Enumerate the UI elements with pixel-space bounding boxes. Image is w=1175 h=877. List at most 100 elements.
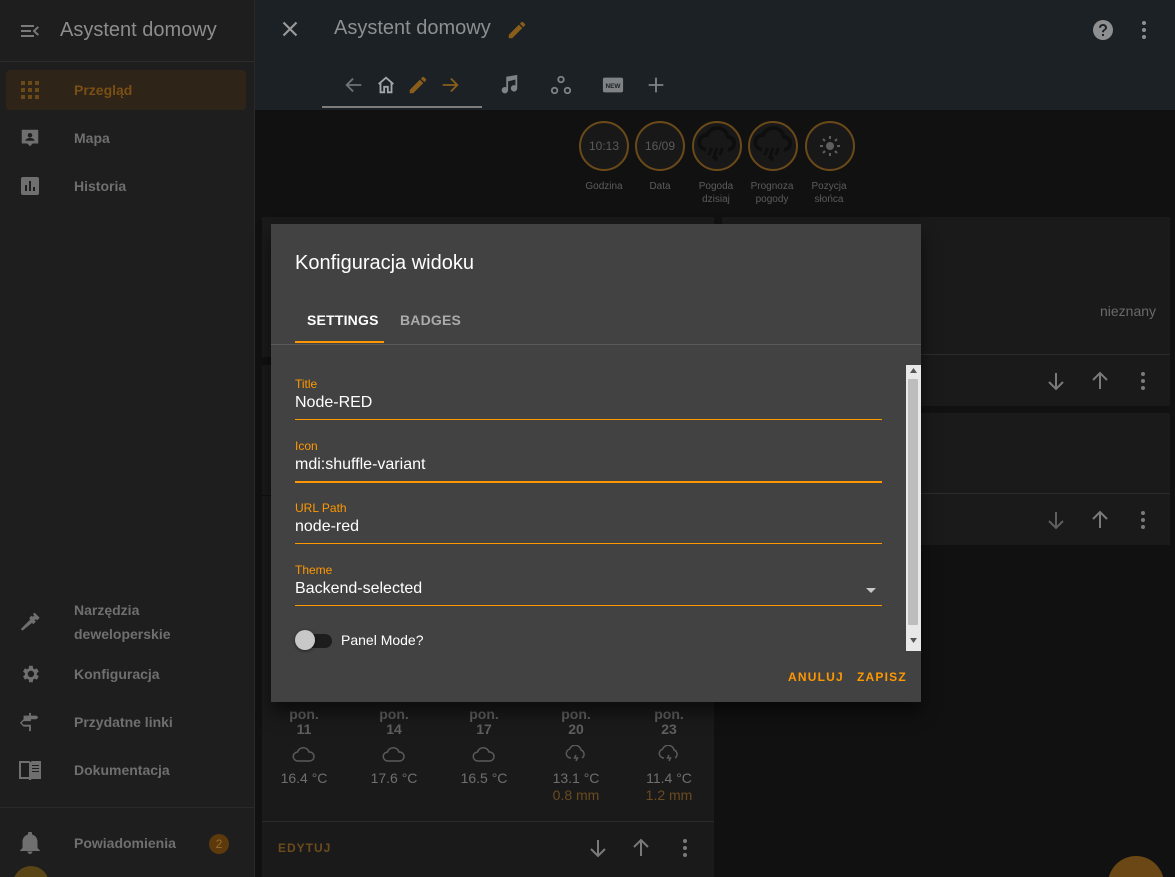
close-edit-mode-button[interactable] <box>277 16 303 42</box>
weather-sunny-icon <box>820 136 840 156</box>
pencil-icon <box>409 76 427 94</box>
help-button[interactable] <box>1091 18 1115 42</box>
sidebar-item-map[interactable]: Mapa <box>6 118 246 158</box>
menu-open-icon <box>21 24 39 37</box>
dots-vertical-icon <box>1141 511 1145 529</box>
view-config-dialog: Konfiguracja widoku SETTINGS BADGES Titl… <box>271 224 921 702</box>
dots-vertical-icon <box>1142 21 1146 39</box>
move-card-up-button[interactable] <box>1088 369 1112 393</box>
card-more-button[interactable] <box>673 836 697 860</box>
gear-icon <box>6 663 54 685</box>
sidebar-header: Asystent domowy <box>0 0 254 62</box>
move-card-down-button[interactable] <box>1044 508 1068 532</box>
theme-select[interactable]: Theme Backend-selected <box>295 563 882 619</box>
save-button[interactable]: ZAPISZ <box>857 670 907 684</box>
move-view-right-button[interactable] <box>439 74 461 96</box>
book-open-icon <box>6 760 54 780</box>
badge-label: Prognoza pogody <box>750 181 794 205</box>
panel-mode-label: Panel Mode? <box>341 632 424 648</box>
title-field[interactable]: Title Node-RED <box>295 377 882 433</box>
sidebar-item-label: Historia <box>74 178 127 194</box>
dots-vertical-icon <box>683 839 687 857</box>
dropdown-arrow-icon[interactable] <box>865 586 877 594</box>
sidebar: Asystent domowy Przegląd Mapa Historia N… <box>0 0 255 877</box>
arrow-down-icon <box>1048 373 1064 391</box>
icon-field[interactable]: Icon mdi:shuffle-variant <box>295 439 882 495</box>
chart-box-icon <box>6 176 54 196</box>
badge-label: Pogoda dzisiaj <box>698 181 734 205</box>
card-more-button[interactable] <box>1131 369 1155 393</box>
url-path-field[interactable]: URL Path node-red <box>295 501 882 557</box>
svg-text:NEW: NEW <box>606 83 622 90</box>
sidebar-item-configuration[interactable]: Konfiguracja <box>6 654 246 694</box>
tab-home[interactable] <box>375 74 397 96</box>
arrow-left-icon <box>345 77 362 93</box>
new-box-icon: NEW <box>602 77 624 93</box>
forecast-temp: 11.4 °C <box>646 770 692 786</box>
toolbar-more-button[interactable] <box>1132 18 1156 42</box>
badge-label: Godzina <box>585 181 623 192</box>
tab-new[interactable]: NEW <box>602 74 624 96</box>
weather-pouring-icon <box>753 126 793 162</box>
sidebar-divider <box>0 807 254 808</box>
close-icon <box>282 21 298 37</box>
cancel-button[interactable]: ANULUJ <box>788 670 844 684</box>
badge-weather-forecast[interactable] <box>748 121 798 171</box>
icon-input[interactable]: mdi:shuffle-variant <box>295 456 855 474</box>
badge-weather-today[interactable] <box>692 121 742 171</box>
arrow-down-icon <box>590 840 606 858</box>
tab-hubs[interactable] <box>550 74 572 96</box>
scroll-up-arrow-icon[interactable] <box>910 368 917 373</box>
edit-view-button[interactable] <box>407 74 429 96</box>
badge-date[interactable]: 16/09 <box>635 121 685 171</box>
sidebar-item-label: Narzędzia deweloperskie <box>74 602 171 642</box>
tab-badges[interactable]: BADGES <box>400 312 461 328</box>
sidebar-item-label: Powiadomienia <box>74 835 176 851</box>
edit-card-button[interactable]: EDYTUJ <box>278 841 331 855</box>
badge-clock[interactable]: 10:13 <box>579 121 629 171</box>
forecast-day: pon. 20 <box>561 706 591 737</box>
arrow-up-icon <box>1092 510 1108 528</box>
badge-sun-position[interactable] <box>805 121 855 171</box>
tab-music[interactable] <box>498 74 520 96</box>
sidebar-item-useful-links[interactable]: Przydatne linki <box>6 702 246 742</box>
scrollbar-thumb[interactable] <box>908 379 918 625</box>
sidebar-item-overview[interactable]: Przegląd <box>6 70 246 110</box>
url-path-input[interactable]: node-red <box>295 518 855 536</box>
user-avatar[interactable] <box>13 866 49 877</box>
panel-mode-toggle[interactable] <box>295 629 333 651</box>
dialog-scrollbar[interactable] <box>906 365 921 651</box>
forecast-precipitation: 1.2 mm <box>645 787 693 803</box>
forecast-day: pon. 17 <box>469 706 499 737</box>
move-card-up-button[interactable] <box>1088 508 1112 532</box>
scroll-down-arrow-icon[interactable] <box>910 638 917 643</box>
move-card-up-button[interactable] <box>629 836 653 860</box>
title-input[interactable]: Node-RED <box>295 394 855 412</box>
forecast-precipitation: 0.8 mm <box>552 787 600 803</box>
move-card-down-button[interactable] <box>586 836 610 860</box>
move-view-left-button[interactable] <box>343 74 365 96</box>
sidebar-item-documentation[interactable]: Dokumentacja <box>6 750 246 790</box>
active-tab-indicator <box>295 341 384 343</box>
toolbar-title: Asystent domowy <box>334 17 491 39</box>
notification-count-badge: 2 <box>209 834 229 854</box>
field-underline <box>295 419 882 420</box>
add-view-button[interactable] <box>645 74 667 96</box>
theme-selected-value[interactable]: Backend-selected <box>295 580 855 598</box>
pencil-icon <box>508 21 526 39</box>
menu-toggle-button[interactable] <box>0 0 60 62</box>
sidebar-item-history[interactable]: Historia <box>6 166 246 206</box>
dialog-title: Konfiguracja widoku <box>295 252 474 274</box>
field-label: Icon <box>295 439 318 453</box>
sidebar-title: Asystent domowy <box>60 19 217 41</box>
edit-title-button[interactable] <box>506 19 528 41</box>
field-underline <box>295 543 882 544</box>
move-card-down-button[interactable] <box>1044 369 1068 393</box>
card-more-button[interactable] <box>1131 508 1155 532</box>
tab-settings[interactable]: SETTINGS <box>307 312 379 328</box>
dots-vertical-icon <box>1141 372 1145 390</box>
sidebar-item-label: Mapa <box>74 130 110 146</box>
forecast-day: pon. 11 <box>289 706 319 737</box>
add-card-fab[interactable] <box>1108 856 1164 877</box>
sidebar-item-developer-tools[interactable]: Narzędzia deweloperskie <box>6 598 246 646</box>
